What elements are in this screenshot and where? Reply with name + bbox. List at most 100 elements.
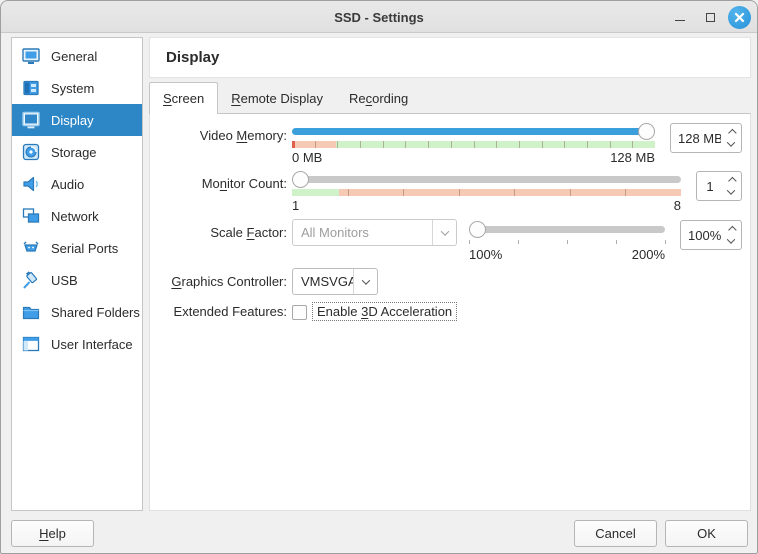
sidebar-item-system[interactable]: System <box>12 72 142 104</box>
spin-down-button[interactable] <box>727 235 735 243</box>
scale-factor-min-label: 100% <box>469 247 502 263</box>
tab-recording[interactable]: Recording <box>336 83 421 114</box>
spin-down-button[interactable] <box>727 186 735 194</box>
sidebar-item-label: Display <box>51 113 94 128</box>
sidebar-item-storage[interactable]: Storage <box>12 136 142 168</box>
monitor-count-label: Monitor Count: <box>162 171 287 191</box>
graphics-controller-value: VMSVGA <box>293 274 353 289</box>
sidebar-item-display[interactable]: Display <box>12 104 142 136</box>
graphics-controller-label: Graphics Controller: <box>162 268 287 289</box>
shared-folders-icon <box>20 301 42 323</box>
cancel-button[interactable]: Cancel <box>574 520 657 547</box>
video-memory-spin-buttons <box>721 124 741 152</box>
user-interface-icon <box>20 333 42 355</box>
storage-icon <box>20 141 42 163</box>
extended-features-label: Extended Features: <box>162 301 287 319</box>
monitor-count-range-labels: 1 8 <box>292 198 681 214</box>
spin-up-button[interactable] <box>728 225 736 233</box>
video-memory-max-label: 128 MB <box>610 150 655 166</box>
scale-factor-value[interactable]: 100% <box>681 228 721 243</box>
close-button[interactable] <box>728 6 751 29</box>
sidebar-item-general[interactable]: General <box>12 40 142 72</box>
scale-factor-tickmarks <box>469 239 665 245</box>
video-memory-slider-track <box>292 128 655 135</box>
video-memory-slider-handle[interactable] <box>638 123 655 140</box>
monitor-count-value[interactable]: 1 <box>697 179 721 194</box>
maximize-button[interactable] <box>698 5 722 29</box>
network-icon <box>20 205 42 227</box>
window-title: SSD - Settings <box>1 1 757 33</box>
monitor-count-ok-zone <box>292 189 339 196</box>
monitor-count-spin-buttons <box>721 172 741 200</box>
monitor-count-slider-track <box>292 176 681 183</box>
scale-factor-monitor-value: All Monitors <box>293 225 432 240</box>
minimize-icon <box>675 20 685 21</box>
monitor-count-slider-handle[interactable] <box>292 171 309 188</box>
spin-up-button[interactable] <box>728 128 736 136</box>
monitor-count-row: Monitor Count: 1 8 <box>162 171 742 214</box>
help-button[interactable]: Help <box>11 520 94 547</box>
system-icon <box>20 77 42 99</box>
maximize-icon <box>706 13 715 22</box>
combo-dropdown-arrow <box>353 269 377 294</box>
scale-factor-monitor-combo: All Monitors <box>292 219 457 246</box>
general-icon <box>20 45 42 67</box>
monitor-count-slider[interactable] <box>292 171 681 188</box>
monitor-count-max-label: 8 <box>674 198 681 214</box>
sidebar-item-label: Serial Ports <box>51 241 118 256</box>
dialog-button-bar: Help Cancel OK <box>1 511 758 554</box>
scale-factor-max-label: 200% <box>632 247 665 263</box>
ok-button[interactable]: OK <box>665 520 748 547</box>
enable-3d-acceleration-checkbox[interactable] <box>292 305 307 320</box>
video-memory-row: Video Memory: 0 MB <box>162 123 742 166</box>
video-memory-scale <box>292 141 655 148</box>
sidebar-item-usb[interactable]: USB <box>12 264 142 296</box>
tabbar: Screen Remote Display Recording <box>149 82 751 114</box>
spin-down-button[interactable] <box>727 138 735 146</box>
enable-3d-acceleration-checkbox-label[interactable]: Enable 3D Acceleration <box>313 303 456 320</box>
sidebar-item-network[interactable]: Network <box>12 200 142 232</box>
video-memory-value[interactable]: 128 MB <box>671 131 721 146</box>
sidebar-item-label: User Interface <box>51 337 133 352</box>
video-memory-min-label: 0 MB <box>292 150 322 166</box>
settings-category-list: General System Display Storage <box>11 37 143 511</box>
graphics-controller-row: Graphics Controller: VMSVGA <box>162 268 742 295</box>
sidebar-item-label: Storage <box>51 145 97 160</box>
serial-ports-icon <box>20 237 42 259</box>
minimize-button[interactable] <box>668 5 692 29</box>
sidebar-item-label: USB <box>51 273 78 288</box>
display-icon <box>20 109 42 131</box>
extended-features-row: Extended Features: Enable 3D Acceleratio… <box>162 301 742 320</box>
tab-screen[interactable]: Screen <box>149 82 218 114</box>
graphics-controller-combo[interactable]: VMSVGA <box>292 268 378 295</box>
scale-factor-row: Scale Factor: All Monitors 1 <box>162 219 742 263</box>
scale-factor-slider-handle[interactable] <box>469 221 486 238</box>
video-memory-min-marker <box>292 141 295 148</box>
monitor-count-min-label: 1 <box>292 198 299 214</box>
scale-factor-spinbox: 100% <box>680 220 742 250</box>
screen-tab-panel: Video Memory: 0 MB <box>149 113 751 511</box>
audio-icon <box>20 173 42 195</box>
sidebar-item-label: Network <box>51 209 99 224</box>
spin-up-button[interactable] <box>728 176 736 184</box>
combo-dropdown-arrow <box>432 220 456 245</box>
sidebar-item-audio[interactable]: Audio <box>12 168 142 200</box>
sidebar-item-serial-ports[interactable]: Serial Ports <box>12 232 142 264</box>
page-header: Display <box>149 37 751 78</box>
video-memory-label: Video Memory: <box>162 123 287 143</box>
sidebar-item-label: General <box>51 49 97 64</box>
scale-factor-slider[interactable] <box>469 221 665 238</box>
scale-factor-spin-buttons <box>721 221 741 249</box>
video-memory-slider[interactable] <box>292 123 655 140</box>
monitor-count-scale <box>292 189 681 196</box>
page-title: Display <box>166 49 219 66</box>
titlebar[interactable]: SSD - Settings <box>1 1 757 33</box>
scale-factor-slider-track <box>469 226 665 233</box>
monitor-count-spinbox: 1 <box>696 171 742 201</box>
sidebar-item-label: Audio <box>51 177 84 192</box>
video-memory-range-labels: 0 MB 128 MB <box>292 150 655 166</box>
tab-remote-display[interactable]: Remote Display <box>218 83 336 114</box>
settings-window: SSD - Settings General <box>0 0 758 554</box>
sidebar-item-user-interface[interactable]: User Interface <box>12 328 142 360</box>
sidebar-item-shared-folders[interactable]: Shared Folders <box>12 296 142 328</box>
